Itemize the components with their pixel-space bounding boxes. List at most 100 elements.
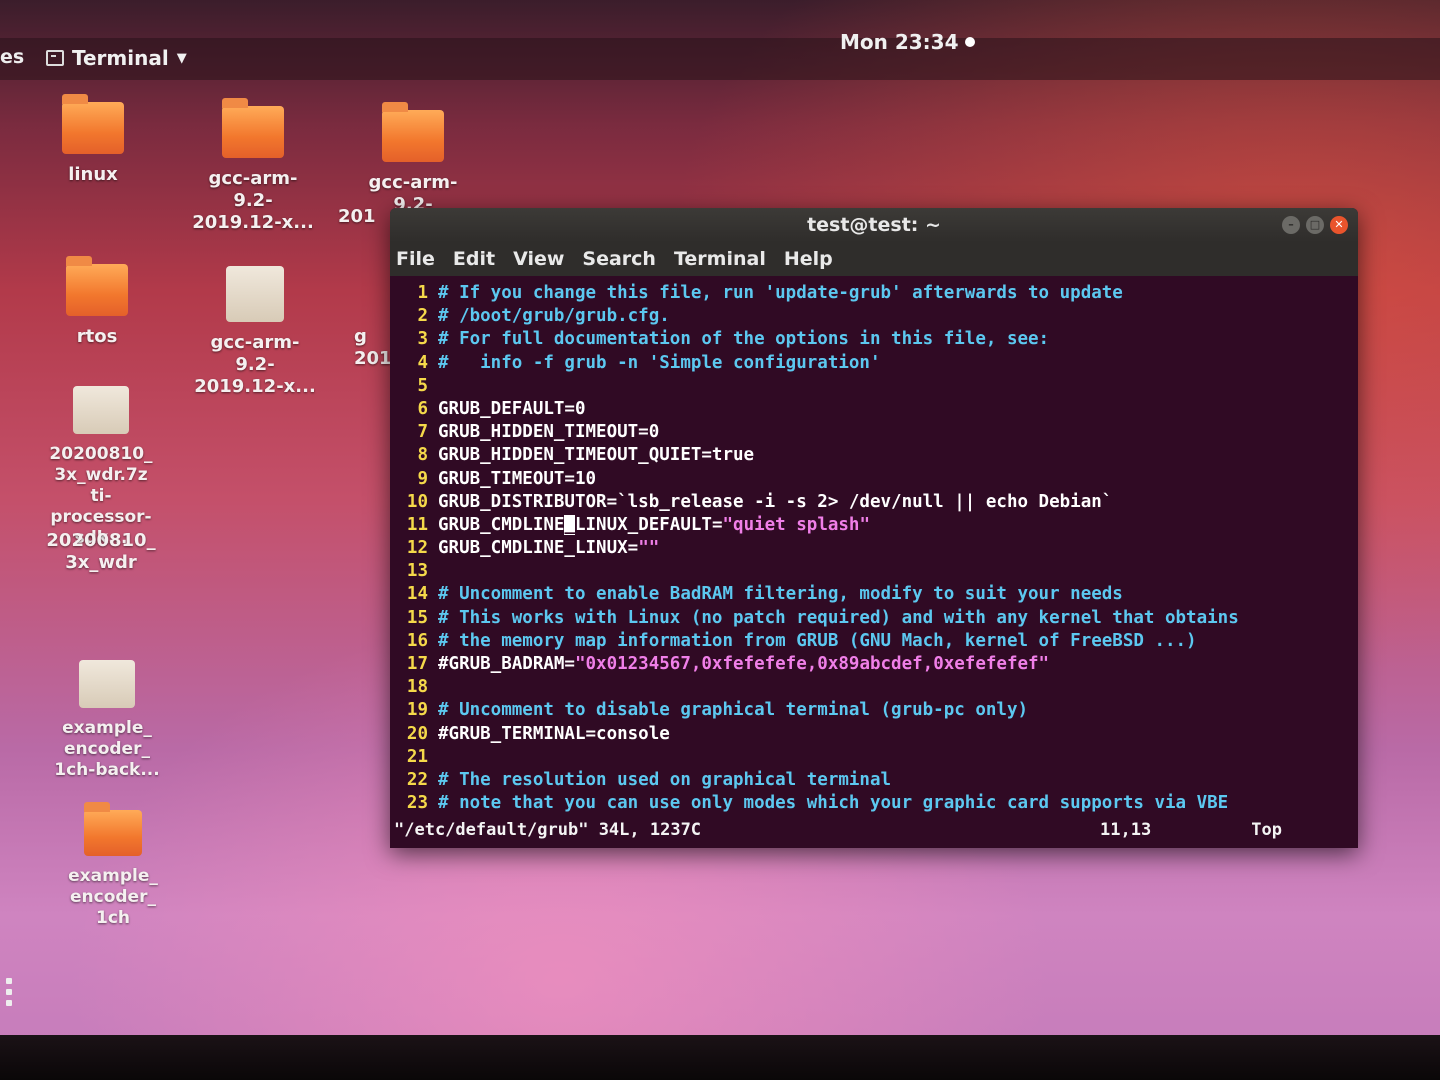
editor-line: 20 #GRUB_TERMINAL=console [396,723,1358,746]
desktop-icon-label: example_ encoder_ 1ch [68,866,158,928]
menu-edit[interactable]: Edit [453,248,495,270]
line-number: 11 [406,514,428,535]
desktop-icon-label: example_ encoder_ 1ch-back... [54,718,160,780]
line-number: 7 [417,422,428,443]
line-content: # Uncomment to enable BadRAM filtering, … [438,583,1358,606]
minimize-icon[interactable]: – [1282,216,1300,234]
desktop-icon-wdr-7z[interactable]: 20200810_ 3x_wdr.7z ti- processor- sdk..… [26,386,176,549]
line-number: 10 [406,491,428,512]
text-cursor: _ [564,514,575,535]
clock[interactable]: Mon 23:34 [840,30,975,54]
desktop-icon-g201[interactable]: g 201 [354,326,392,370]
menu-help[interactable]: Help [784,248,833,270]
line-content: # If you change this file, run 'update-g… [438,282,1358,305]
editor-line: 3 # For full documentation of the options… [396,328,1358,351]
line-content: #GRUB_TERMINAL=console [438,723,1358,746]
line-content: GRUB_CMDLINE_LINUX_DEFAULT="quiet splash… [438,514,1358,537]
line-content: GRUB_TIMEOUT=10 [438,468,1358,491]
desktop-icon-example-encoder-back[interactable]: example_ encoder_ 1ch-back... [32,660,182,781]
line-content: # This works with Linux (no patch requir… [438,607,1358,630]
show-applications-icon[interactable] [6,978,18,1011]
editor-line: 17 #GRUB_BADRAM="0x01234567,0xfefefefe,0x… [396,653,1358,676]
desktop-icon-label: gcc-arm- 9.2- 2019.12-x... [192,168,314,233]
line-content: GRUB_HIDDEN_TIMEOUT=0 [438,421,1358,444]
terminal-app-menu[interactable]: Terminal ▼ [46,46,187,70]
editor-line: 2 # /boot/grub/grub.cfg. [396,305,1358,328]
comment-text: # /boot/grub/grub.cfg. [438,306,670,327]
line-number: 19 [406,700,428,721]
folder-icon [62,94,124,154]
editor-line: 21 [396,746,1358,769]
line-content [438,676,1358,699]
line-number: 12 [406,538,428,559]
notification-dot-icon [964,37,975,47]
terminal-menubar: File Edit View Search Terminal Help [390,242,1358,276]
line-content: # Uncomment to disable graphical termina… [438,699,1358,722]
string-value: "" [638,538,660,559]
desktop-icon-gcc-arm-1[interactable]: gcc-arm- 9.2- 2019.12-x... [178,98,328,234]
editor-line: 15 # This works with Linux (no patch requ… [396,607,1358,630]
editor-line: 18 [396,676,1358,699]
line-number: 14 [406,584,428,605]
menu-search[interactable]: Search [582,248,656,270]
folder-icon [382,102,444,162]
menu-file[interactable]: File [396,248,435,270]
line-number: 5 [417,375,428,396]
code-text: GRUB_HIDDEN_TIMEOUT=0 [438,422,660,443]
desktop-icon-gcc-arm-archive[interactable]: gcc-arm- 9.2- 2019.12-x... [180,266,330,398]
archive-icon [73,386,129,434]
code-text: GRUB_DISTRIBUTOR=`lsb_release -i -s 2> /… [438,491,1113,512]
desktop-icon-wdr-folder[interactable]: 20200810_ 3x_wdr [26,530,176,574]
line-number: 9 [417,468,428,489]
line-number: 18 [406,677,428,698]
folder-icon [66,256,128,316]
desktop-icon-label: 201 [338,206,376,227]
line-number: 17 [406,654,428,674]
line-content: # The resolution used on graphical termi… [438,769,1358,792]
editor-line: 22 # The resolution used on graphical ter… [396,769,1358,792]
comment-text: # For full documentation of the options … [438,329,1050,350]
terminal-titlebar[interactable]: test@test: ~ – □ ✕ [390,208,1358,242]
desktop-screen: es Terminal ▼ Mon 23:34 linux gcc-arm- 9… [0,0,1440,1040]
editor-line: 8 GRUB_HIDDEN_TIMEOUT_QUIET=true [396,444,1358,467]
editor-line: 11 GRUB_CMDLINE_LINUX_DEFAULT="quiet spla… [396,514,1358,537]
comment-text: # the memory map information from GRUB (… [438,630,1197,651]
line-content: # the memory map information from GRUB (… [438,630,1358,653]
code-text: #GRUB_TERMINAL=console [438,723,670,744]
terminal-window[interactable]: test@test: ~ – □ ✕ File Edit View Search… [390,208,1358,848]
editor-line: 12 GRUB_CMDLINE_LINUX="" [396,537,1358,560]
line-number: 2 [417,306,428,327]
line-content: GRUB_CMDLINE_LINUX="" [438,537,1358,560]
desktop-icon-gcc-arm-2[interactable]: gcc-arm- 9.2- [338,102,488,216]
window-title: test@test: ~ [807,214,941,236]
vim-statusline: "/etc/default/grub" 34L, 1237C 11,13 Top [394,820,1348,844]
desktop-icon-rtos[interactable]: rtos [22,256,172,348]
line-content: GRUB_DEFAULT=0 [438,398,1358,421]
desktop-icon-label: gcc-arm- 9.2- 2019.12-x... [194,332,316,397]
app-menu-label: Terminal [72,46,169,70]
line-number: 4 [417,352,428,373]
menu-view[interactable]: View [513,248,564,270]
line-content: # note that you can use only modes which… [438,792,1358,815]
string-value: "quiet splash" [722,514,871,535]
code-text: GRUB_DEFAULT=0 [438,398,586,419]
desktop-icon-linux[interactable]: linux [18,94,168,186]
line-content [438,560,1358,583]
editor-line: 4 # info -f grub -n 'Simple configuration… [396,352,1358,375]
status-cursor-position: 11,13 [1100,820,1152,840]
line-content: GRUB_DISTRIBUTOR=`lsb_release -i -s 2> /… [438,491,1358,514]
vim-editor[interactable]: 1 # If you change this file, run 'update-… [390,276,1358,815]
activities-button[interactable]: es [0,46,24,68]
close-icon[interactable]: ✕ [1330,216,1348,234]
menu-terminal[interactable]: Terminal [674,248,766,270]
line-content [438,375,1358,398]
desktop-icon-example-encoder-1ch[interactable]: example_ encoder_ 1ch [38,802,188,929]
line-content: # For full documentation of the options … [438,328,1358,351]
comment-text: # This works with Linux (no patch requir… [438,607,1239,628]
desktop-icon-label: 20200810_ 3x_wdr [46,530,156,573]
line-number: 21 [406,746,428,767]
maximize-icon[interactable]: □ [1306,216,1324,234]
window-controls: – □ ✕ [1282,216,1348,234]
code-key: #GRUB_BADRAM= [438,654,575,674]
editor-line: 13 [396,560,1358,583]
